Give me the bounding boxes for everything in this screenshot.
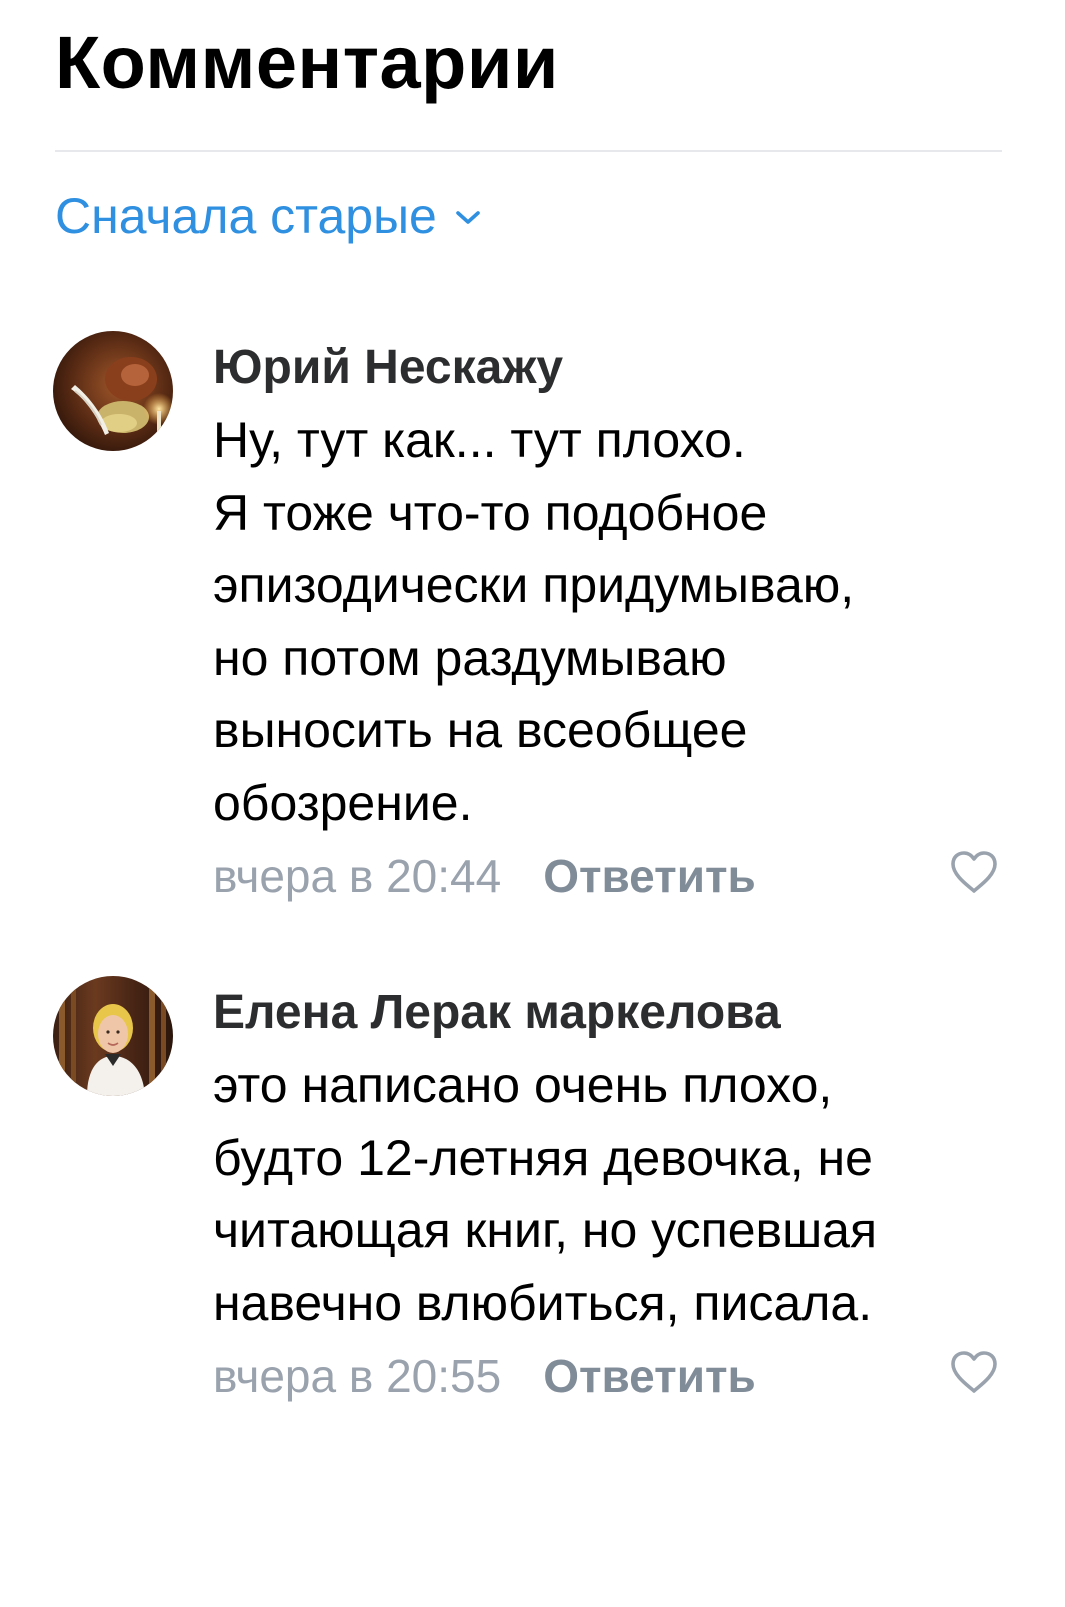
comment-text-line: но потом раздумываю xyxy=(213,629,727,686)
comment-date: вчера в 20:44 xyxy=(213,850,502,902)
comment-avatar[interactable] xyxy=(53,976,173,1096)
comment-text: Ну, тут как... тут плохо. Я тоже что-то … xyxy=(213,404,1013,839)
comment-meta: вчера в 20:44 Ответить xyxy=(213,846,756,906)
chevron-down-icon xyxy=(455,210,481,226)
reply-button[interactable]: Ответить xyxy=(543,846,756,906)
comment-text-line: Я тоже что-то подобное xyxy=(213,484,768,541)
like-button[interactable] xyxy=(946,1348,1002,1400)
comment-text-line: будто 12-летняя девочка, не xyxy=(213,1129,873,1186)
comment-text-line: эпизодически придумываю, xyxy=(213,557,855,613)
reply-button[interactable]: Ответить xyxy=(543,1346,756,1406)
sort-order-label: Сначала старые xyxy=(55,188,437,244)
comment-text-line: читающая книг, но успевшая xyxy=(213,1202,878,1258)
comment-text: это написано очень плохо, будто 12-летня… xyxy=(213,1049,1013,1339)
comment-text-line: выносить на всеобщее xyxy=(213,702,748,758)
page-title: Комментарии xyxy=(55,21,559,104)
comment-date: вчера в 20:55 xyxy=(213,1350,502,1402)
comment-text-line: Ну, тут как... тут плохо. xyxy=(213,412,746,468)
comment-author[interactable]: Юрий Нескажу xyxy=(213,338,563,398)
comment-text-line: это написано очень плохо, xyxy=(213,1057,833,1113)
comment-text-line: обозрение. xyxy=(213,774,473,831)
comment-text-line: навечно влюбиться, писала. xyxy=(213,1274,873,1331)
header-divider xyxy=(55,150,1002,152)
heart-icon xyxy=(949,849,999,900)
sort-order-select[interactable]: Сначала старые xyxy=(55,186,481,246)
comment-author[interactable]: Елена Лерак маркелова xyxy=(213,983,781,1043)
like-button[interactable] xyxy=(946,848,1002,900)
comment-avatar[interactable] xyxy=(53,331,173,451)
comment-meta: вчера в 20:55 Ответить xyxy=(213,1346,756,1406)
heart-icon xyxy=(949,1349,999,1400)
